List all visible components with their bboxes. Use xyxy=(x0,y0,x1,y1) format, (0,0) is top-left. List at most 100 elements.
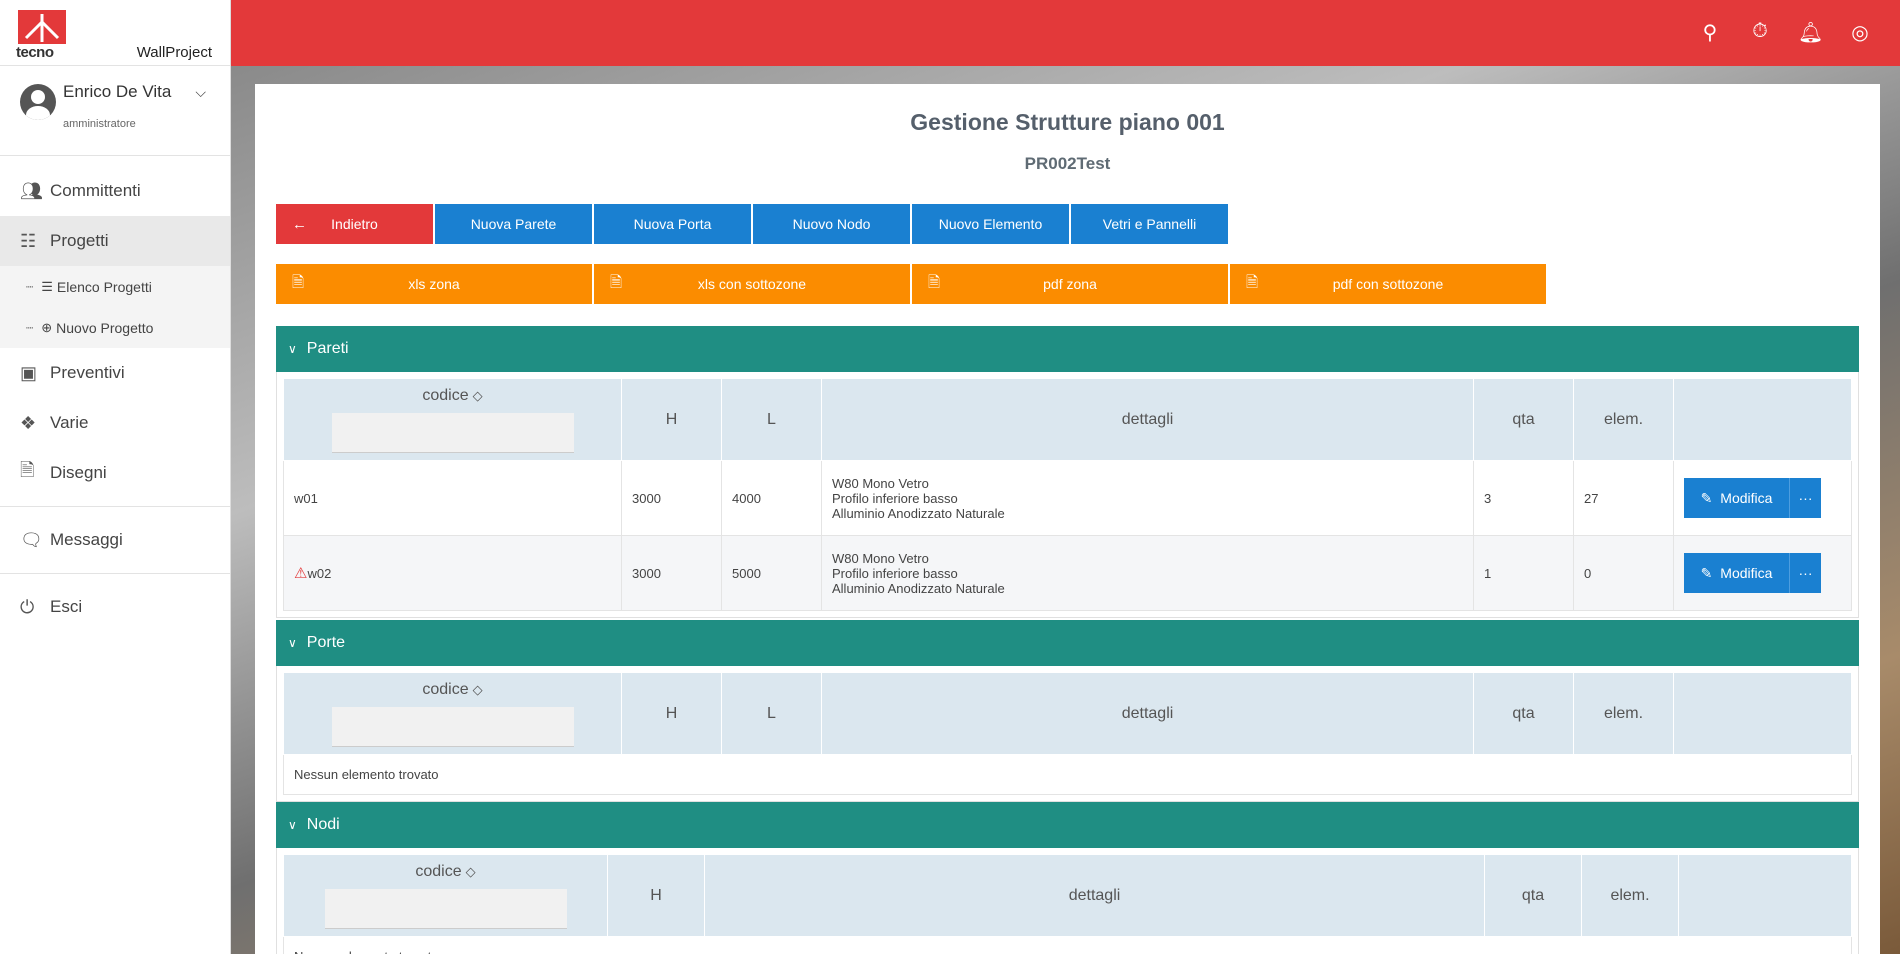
sidebar-item-messaggi[interactable]: 🗨︎ Messaggi xyxy=(0,515,230,565)
cell-elem: 0 xyxy=(1573,535,1674,611)
sidebar-item-label: Disegni xyxy=(50,463,107,482)
edit-button[interactable]: ✎ Modifica xyxy=(1684,478,1789,518)
section-body: codice ◇ H L dettagli qta elem. w01 3000 … xyxy=(276,372,1859,618)
porte-table: codice ◇ H L dettagli qta elem. Nessun el… xyxy=(283,672,1852,795)
app-name: WallProject xyxy=(136,44,212,61)
more-options-button[interactable]: ··· xyxy=(1789,478,1821,518)
column-header-h: H xyxy=(607,854,705,937)
chevron-down-icon: ∨ xyxy=(288,636,297,650)
sidebar-item-progetti[interactable]: ☷ Progetti xyxy=(0,216,230,266)
sidebar-item-preventivi[interactable]: ▣ Preventivi xyxy=(0,348,230,398)
table-row: w01 3000 4000 W80 Mono Vetro Profilo inf… xyxy=(283,460,1852,536)
back-button[interactable]: ← Indietro xyxy=(276,204,433,244)
column-header-qta: qta xyxy=(1473,672,1574,755)
main-card: Gestione Strutture piano 001 PR002Test ←… xyxy=(255,84,1880,954)
cell-qta: 1 xyxy=(1473,535,1574,611)
cell-codice: w01 xyxy=(283,460,622,536)
power-icon: ⏻ xyxy=(20,596,35,617)
sidebar-item-disegni[interactable]: 🗎 Disegni xyxy=(0,448,230,498)
sidebar-subitem-label: Nuovo Progetto xyxy=(56,319,154,336)
cell-dettagli: W80 Mono Vetro Profilo inferiore basso A… xyxy=(821,460,1474,536)
pdf-file-icon: 🗎 xyxy=(20,460,35,480)
topbar: ⚲ ⏱ 🔔︎ ◎ xyxy=(231,0,1900,66)
codice-filter-input[interactable] xyxy=(331,412,574,453)
xls-subzones-button[interactable]: 🗎 xls con sottozone xyxy=(594,264,910,304)
divider xyxy=(0,506,230,507)
codice-filter-input[interactable] xyxy=(324,888,567,929)
puzzle-icon: ❖ xyxy=(20,412,37,433)
new-wall-button[interactable]: Nuova Parete xyxy=(435,204,592,244)
new-door-button[interactable]: Nuova Porta xyxy=(594,204,751,244)
glass-panels-button[interactable]: Vetri e Pannelli xyxy=(1071,204,1228,244)
sort-icon: ◇ xyxy=(465,863,476,879)
cell-actions: ✎ Modifica ··· xyxy=(1673,460,1852,536)
list-icon: ☰ xyxy=(41,278,53,294)
cell-dettagli: W80 Mono Vetro Profilo inferiore basso A… xyxy=(821,535,1474,611)
sidebar-item-varie[interactable]: ❖ Varie xyxy=(0,398,230,448)
pdf-subzones-button[interactable]: 🗎 pdf con sottozone xyxy=(1230,264,1546,304)
bell-icon[interactable]: 🔔︎ xyxy=(1798,20,1823,45)
column-header-codice[interactable]: codice ◇ xyxy=(283,378,622,461)
section-pareti: ∨ Pareti codice◇ H L dettagli qta elem. xyxy=(276,326,1859,618)
section-header-pareti[interactable]: ∨ Pareti xyxy=(276,326,1859,372)
section-header-porte[interactable]: ∨ Porte xyxy=(276,620,1859,666)
sidebar-subitem-label: Elenco Progetti xyxy=(56,278,152,295)
sidebar-item-committenti[interactable]: 👥︎ Committenti xyxy=(0,166,230,216)
cell-codice: ⚠w02 xyxy=(283,535,622,611)
column-header-dettagli: dettagli xyxy=(704,854,1485,937)
nodi-table: codice◇ H dettagli qta elem. Nessun elem… xyxy=(283,854,1852,954)
search-icon[interactable]: ⚲ xyxy=(1698,20,1722,45)
column-header-l: L xyxy=(721,672,822,755)
pencil-icon: ✎ xyxy=(1700,564,1713,581)
column-header-h: H xyxy=(621,378,722,461)
column-header-qta: qta xyxy=(1473,378,1574,461)
column-header-codice[interactable]: codice ◇ xyxy=(283,672,622,755)
empty-row: Nessun elemento trovato xyxy=(283,936,1852,954)
sidebar-subitem-nuovo-progetto[interactable]: ┈ ⊕ Nuovo Progetto xyxy=(0,307,230,348)
sidebar-item-label: Varie xyxy=(50,413,89,432)
cell-h: 3000 xyxy=(621,535,722,611)
edit-button[interactable]: ✎ Modifica xyxy=(1684,553,1789,593)
cell-actions: ✎ Modifica ··· xyxy=(1673,535,1852,611)
pareti-table: codice ◇ H L dettagli qta elem. w01 3000 … xyxy=(283,378,1852,611)
empty-message: Nessun elemento trovato xyxy=(283,754,1852,795)
page-subtitle: PR002Test xyxy=(1024,154,1111,173)
section-body: codice ◇ H L dettagli qta elem. Nessun el… xyxy=(276,666,1859,802)
user-panel[interactable]: Enrico De Vita amministratore ⌵ xyxy=(0,66,230,156)
cell-l: 5000 xyxy=(721,535,822,611)
column-header-actions xyxy=(1678,854,1852,937)
column-header-l: L xyxy=(721,378,822,461)
arrow-left-icon: ← xyxy=(292,215,307,233)
new-node-button[interactable]: Nuovo Nodo xyxy=(753,204,910,244)
chevron-down-icon[interactable]: ⌵ xyxy=(195,84,206,101)
codice-filter-input[interactable] xyxy=(331,706,574,747)
plus-circle-icon: ⊕ xyxy=(41,319,53,335)
sidebar-nav: 👥︎ Committenti ☷ Progetti ┈ ☰ Elenco Pro… xyxy=(0,156,230,632)
sidebar-item-esci[interactable]: ⏻ Esci xyxy=(0,582,230,632)
xls-zone-button[interactable]: 🗎 xls zona xyxy=(276,264,592,304)
sort-icon: ◇ xyxy=(472,387,483,403)
users-icon: 👥︎ xyxy=(20,180,43,201)
section-porte: ∨ Porte codice◇ H L dettagli qta elem. xyxy=(276,620,1859,802)
pencil-icon: ✎ xyxy=(1700,489,1713,506)
pdf-zone-button[interactable]: 🗎 pdf zona xyxy=(912,264,1228,304)
excel-file-icon: 🗎 xyxy=(292,273,305,291)
column-header-codice[interactable]: codice ◇ xyxy=(283,854,608,937)
table-row: ⚠w02 3000 5000 W80 Mono Vetro Profilo in… xyxy=(283,535,1852,611)
sitemap-icon: ☷ xyxy=(20,230,37,251)
new-element-button[interactable]: Nuovo Elemento xyxy=(912,204,1069,244)
user-name: Enrico De Vita xyxy=(63,82,172,101)
timer-icon[interactable]: ⏱ xyxy=(1748,20,1772,45)
user-role: amministratore xyxy=(63,118,136,130)
briefcase-icon: ▣ xyxy=(20,362,38,383)
broadcast-icon[interactable]: ◎ xyxy=(1848,20,1872,45)
sidebar-subitem-elenco-progetti[interactable]: ┈ ☰ Elenco Progetti xyxy=(0,266,230,307)
column-header-qta: qta xyxy=(1484,854,1582,937)
chevron-down-icon: ∨ xyxy=(288,818,297,832)
more-options-button[interactable]: ··· xyxy=(1789,553,1821,593)
sidebar: tecno WallProject Enrico De Vita amminis… xyxy=(0,0,231,954)
sidebar-item-label: Preventivi xyxy=(50,363,125,382)
logo-text: tecno xyxy=(16,44,54,61)
section-header-nodi[interactable]: ∨ Nodi xyxy=(276,802,1859,848)
cell-l: 4000 xyxy=(721,460,822,536)
